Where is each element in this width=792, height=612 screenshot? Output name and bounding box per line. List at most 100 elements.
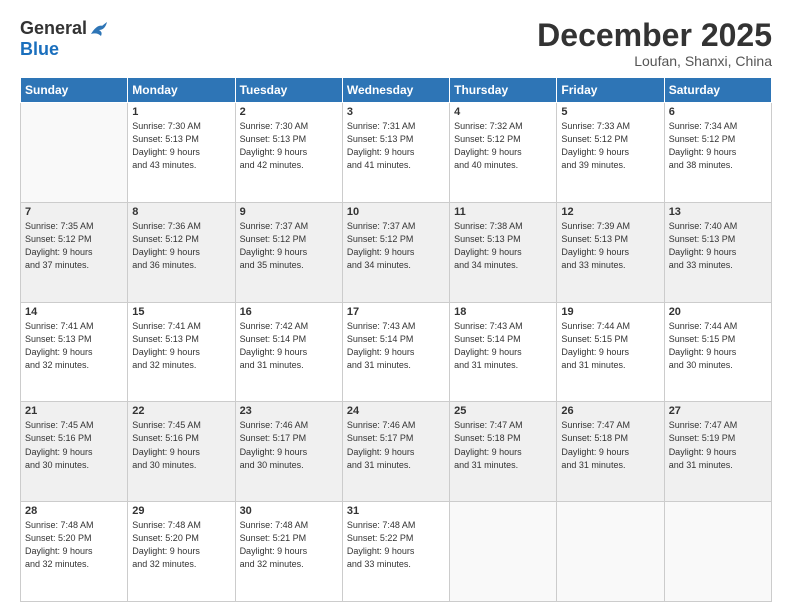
day-info: Sunrise: 7:40 AM Sunset: 5:13 PM Dayligh… [669,220,767,272]
table-row: 20 Sunrise: 7:44 AM Sunset: 5:15 PM Dayli… [664,302,771,402]
day-info: Sunrise: 7:47 AM Sunset: 5:19 PM Dayligh… [669,419,767,471]
day-number: 14 [25,306,123,318]
day-number: 24 [347,405,445,417]
table-row: 5Sunrise: 7:33 AM Sunset: 5:12 PM Daylig… [557,103,664,203]
day-info: Sunrise: 7:31 AM Sunset: 5:13 PM Dayligh… [347,120,445,172]
table-row: 2Sunrise: 7:30 AM Sunset: 5:13 PM Daylig… [235,103,342,203]
table-row: 23Sunrise: 7:46 AM Sunset: 5:17 PM Dayli… [235,402,342,502]
calendar-header-row: Sunday Monday Tuesday Wednesday Thursday… [21,78,772,103]
table-row [557,502,664,602]
day-number: 16 [240,306,338,318]
table-row: 13 Sunrise: 7:40 AM Sunset: 5:13 PM Dayli… [664,202,771,302]
table-row: 24 Sunrise: 7:46 AM Sunset: 5:17 PM Dayli… [342,402,449,502]
table-row [21,103,128,203]
calendar-week-row: 7Sunrise: 7:35 AM Sunset: 5:12 PM Daylig… [21,202,772,302]
day-info: Sunrise: 7:36 AM Sunset: 5:12 PM Dayligh… [132,220,230,272]
day-number: 25 [454,405,552,417]
day-info: Sunrise: 7:41 AM Sunset: 5:13 PM Dayligh… [25,320,123,372]
day-number: 8 [132,206,230,218]
table-row: 18 Sunrise: 7:43 AM Sunset: 5:14 PM Dayli… [450,302,557,402]
table-row: 12 Sunrise: 7:39 AM Sunset: 5:13 PM Dayli… [557,202,664,302]
day-number: 5 [561,106,659,118]
table-row: 29 Sunrise: 7:48 AM Sunset: 5:20 PM Dayli… [128,502,235,602]
table-row: 25 Sunrise: 7:47 AM Sunset: 5:18 PM Dayli… [450,402,557,502]
location: Loufan, Shanxi, China [537,53,772,69]
logo-bird-icon [89,20,111,38]
day-info: Sunrise: 7:45 AM Sunset: 5:16 PM Dayligh… [25,419,123,471]
day-number: 15 [132,306,230,318]
table-row [450,502,557,602]
day-info: Sunrise: 7:48 AM Sunset: 5:20 PM Dayligh… [132,519,230,571]
day-info: Sunrise: 7:34 AM Sunset: 5:12 PM Dayligh… [669,120,767,172]
table-row: 3 Sunrise: 7:31 AM Sunset: 5:13 PM Daylig… [342,103,449,203]
day-info: Sunrise: 7:38 AM Sunset: 5:13 PM Dayligh… [454,220,552,272]
day-info: Sunrise: 7:44 AM Sunset: 5:15 PM Dayligh… [561,320,659,372]
table-row: 16 Sunrise: 7:42 AM Sunset: 5:14 PM Dayli… [235,302,342,402]
table-row: 31 Sunrise: 7:48 AM Sunset: 5:22 PM Dayli… [342,502,449,602]
day-info: Sunrise: 7:32 AM Sunset: 5:12 PM Dayligh… [454,120,552,172]
calendar-week-row: 14 Sunrise: 7:41 AM Sunset: 5:13 PM Dayli… [21,302,772,402]
day-number: 18 [454,306,552,318]
day-info: Sunrise: 7:48 AM Sunset: 5:22 PM Dayligh… [347,519,445,571]
calendar-table: Sunday Monday Tuesday Wednesday Thursday… [20,77,772,602]
day-info: Sunrise: 7:43 AM Sunset: 5:14 PM Dayligh… [347,320,445,372]
day-number: 29 [132,505,230,517]
table-row: 21 Sunrise: 7:45 AM Sunset: 5:16 PM Dayli… [21,402,128,502]
day-info: Sunrise: 7:37 AM Sunset: 5:12 PM Dayligh… [240,220,338,272]
calendar-week-row: 28 Sunrise: 7:48 AM Sunset: 5:20 PM Dayli… [21,502,772,602]
day-number: 21 [25,405,123,417]
day-number: 13 [669,206,767,218]
day-number: 28 [25,505,123,517]
day-number: 3 [347,106,445,118]
day-number: 12 [561,206,659,218]
day-info: Sunrise: 7:45 AM Sunset: 5:16 PM Dayligh… [132,419,230,471]
table-row: 27 Sunrise: 7:47 AM Sunset: 5:19 PM Dayli… [664,402,771,502]
col-thursday: Thursday [450,78,557,103]
col-sunday: Sunday [21,78,128,103]
col-tuesday: Tuesday [235,78,342,103]
day-info: Sunrise: 7:42 AM Sunset: 5:14 PM Dayligh… [240,320,338,372]
day-number: 9 [240,206,338,218]
day-number: 31 [347,505,445,517]
table-row: 8 Sunrise: 7:36 AM Sunset: 5:12 PM Daylig… [128,202,235,302]
day-info: Sunrise: 7:48 AM Sunset: 5:21 PM Dayligh… [240,519,338,571]
logo-general-text: General [20,18,87,39]
day-info: Sunrise: 7:46 AM Sunset: 5:17 PM Dayligh… [240,419,338,471]
day-number: 19 [561,306,659,318]
calendar-week-row: 21 Sunrise: 7:45 AM Sunset: 5:16 PM Dayli… [21,402,772,502]
day-number: 7 [25,206,123,218]
day-number: 6 [669,106,767,118]
table-row: 26 Sunrise: 7:47 AM Sunset: 5:18 PM Dayli… [557,402,664,502]
table-row: 6 Sunrise: 7:34 AM Sunset: 5:12 PM Daylig… [664,103,771,203]
table-row: 22Sunrise: 7:45 AM Sunset: 5:16 PM Dayli… [128,402,235,502]
day-info: Sunrise: 7:47 AM Sunset: 5:18 PM Dayligh… [561,419,659,471]
day-number: 26 [561,405,659,417]
table-row: 4 Sunrise: 7:32 AM Sunset: 5:12 PM Daylig… [450,103,557,203]
col-monday: Monday [128,78,235,103]
table-row: 28Sunrise: 7:48 AM Sunset: 5:20 PM Dayli… [21,502,128,602]
day-info: Sunrise: 7:39 AM Sunset: 5:13 PM Dayligh… [561,220,659,272]
day-info: Sunrise: 7:44 AM Sunset: 5:15 PM Dayligh… [669,320,767,372]
day-number: 1 [132,106,230,118]
day-number: 4 [454,106,552,118]
page: General Blue December 2025 Loufan, Shanx… [0,0,792,612]
col-saturday: Saturday [664,78,771,103]
table-row: 1Sunrise: 7:30 AM Sunset: 5:13 PM Daylig… [128,103,235,203]
logo-blue-text: Blue [20,39,59,59]
logo: General Blue [20,18,111,60]
table-row [664,502,771,602]
day-info: Sunrise: 7:43 AM Sunset: 5:14 PM Dayligh… [454,320,552,372]
day-info: Sunrise: 7:41 AM Sunset: 5:13 PM Dayligh… [132,320,230,372]
col-friday: Friday [557,78,664,103]
day-number: 10 [347,206,445,218]
title-section: December 2025 Loufan, Shanxi, China [537,18,772,69]
day-number: 17 [347,306,445,318]
day-number: 11 [454,206,552,218]
day-number: 30 [240,505,338,517]
day-number: 27 [669,405,767,417]
month-title: December 2025 [537,18,772,53]
header: General Blue December 2025 Loufan, Shanx… [20,18,772,69]
day-number: 20 [669,306,767,318]
day-info: Sunrise: 7:47 AM Sunset: 5:18 PM Dayligh… [454,419,552,471]
day-info: Sunrise: 7:46 AM Sunset: 5:17 PM Dayligh… [347,419,445,471]
